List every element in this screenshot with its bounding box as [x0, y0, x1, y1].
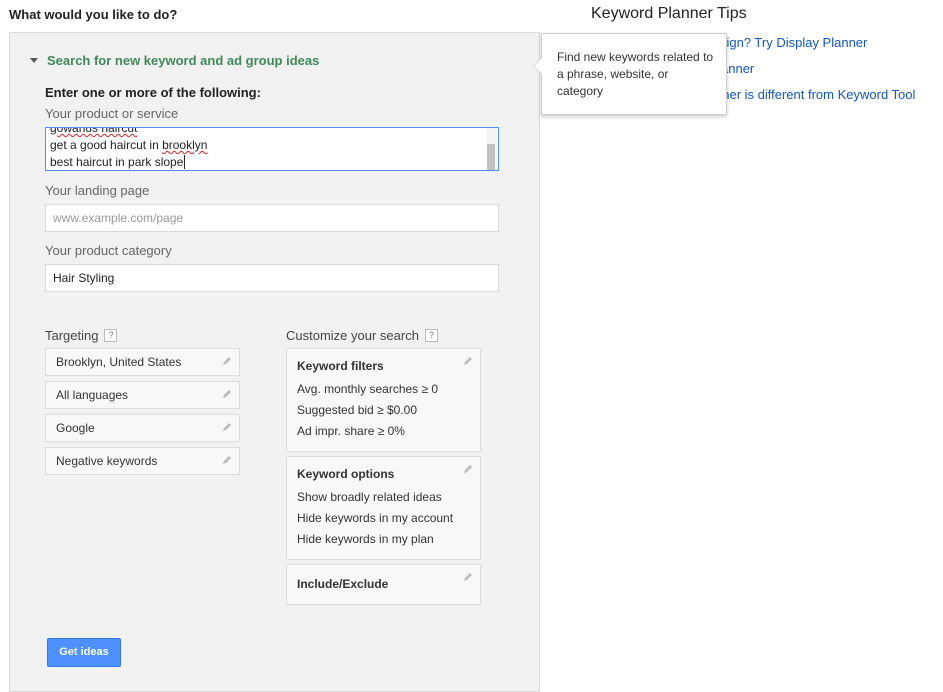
option-item: Show broadly related ideas [297, 490, 442, 504]
pencil-icon [223, 456, 231, 464]
page-heading: What would you like to do? [9, 7, 178, 22]
category-label: Your product category [45, 243, 172, 258]
landing-label: Your landing page [45, 183, 150, 198]
filter-item: Suggested bid ≥ $0.00 [297, 403, 418, 417]
help-icon[interactable]: ? [104, 329, 118, 342]
targeting-network[interactable]: Google [45, 414, 240, 442]
enter-instructions: Enter one or more of the following: [45, 85, 261, 100]
include-exclude-title: Include/Exclude [297, 577, 389, 591]
option-item: Hide keywords in my account [297, 511, 454, 525]
textarea-scrollbar[interactable] [487, 128, 497, 170]
tooltip-arrow [533, 57, 542, 75]
section-toggle-label: Search for new keyword and ad group idea… [47, 53, 320, 68]
category-input[interactable]: Hair Styling [45, 264, 499, 292]
pencil-icon [464, 357, 472, 365]
help-icon[interactable]: ? [424, 329, 438, 342]
pencil-icon [464, 465, 472, 473]
tip-link-display-planner[interactable]: paign? Try Display Planner [712, 35, 867, 50]
product-line: get a good haircut in brooklyn [50, 138, 208, 152]
tip-link-keyword-tool[interactable]: nner is different from Keyword Tool [715, 87, 915, 102]
spell-word: brooklyn [162, 138, 208, 152]
keyword-options-box[interactable]: Keyword options Show broadly related ide… [286, 456, 481, 560]
option-item: Hide keywords in my plan [297, 532, 434, 546]
tooltip-text: Find new keywords related to a phrase, w… [557, 50, 714, 98]
tips-title: Keyword Planner Tips [591, 5, 747, 22]
help-tooltip: Find new keywords related to a phrase, w… [533, 33, 727, 115]
keyword-options-title: Keyword options [297, 467, 395, 481]
pencil-icon [223, 357, 231, 365]
product-line: best haircut in park slope [50, 155, 186, 169]
customize-label: Customize your search ? [286, 328, 438, 343]
landing-page-input[interactable]: www.example.com/page [45, 204, 499, 232]
section-toggle-search-ideas[interactable]: Search for new keyword and ad group idea… [30, 53, 319, 68]
include-exclude-box[interactable]: Include/Exclude [286, 564, 481, 605]
product-line: gowanus haircut [50, 127, 138, 135]
targeting-language[interactable]: All languages [45, 381, 240, 409]
get-ideas-button[interactable]: Get ideas [47, 638, 121, 667]
product-label: Your product or service [45, 106, 179, 121]
filter-item: Ad impr. share ≥ 0% [297, 424, 405, 438]
keyword-filters-title: Keyword filters [297, 359, 384, 373]
filter-item: Avg. monthly searches ≥ 0 [297, 382, 439, 396]
triangle-down-icon [30, 58, 38, 63]
pencil-icon [223, 423, 231, 431]
search-panel: Search for new keyword and ad group idea… [9, 32, 540, 692]
targeting-label: Targeting ? [45, 328, 118, 343]
keyword-filters-box[interactable]: Keyword filters Avg. monthly searches ≥ … [286, 348, 481, 452]
product-textarea[interactable]: gowanus haircut get a good haircut in br… [45, 127, 499, 171]
targeting-location[interactable]: Brooklyn, United States [45, 348, 240, 376]
targeting-negative-keywords[interactable]: Negative keywords [45, 447, 240, 475]
pencil-icon [223, 390, 231, 398]
pencil-icon [464, 573, 472, 581]
